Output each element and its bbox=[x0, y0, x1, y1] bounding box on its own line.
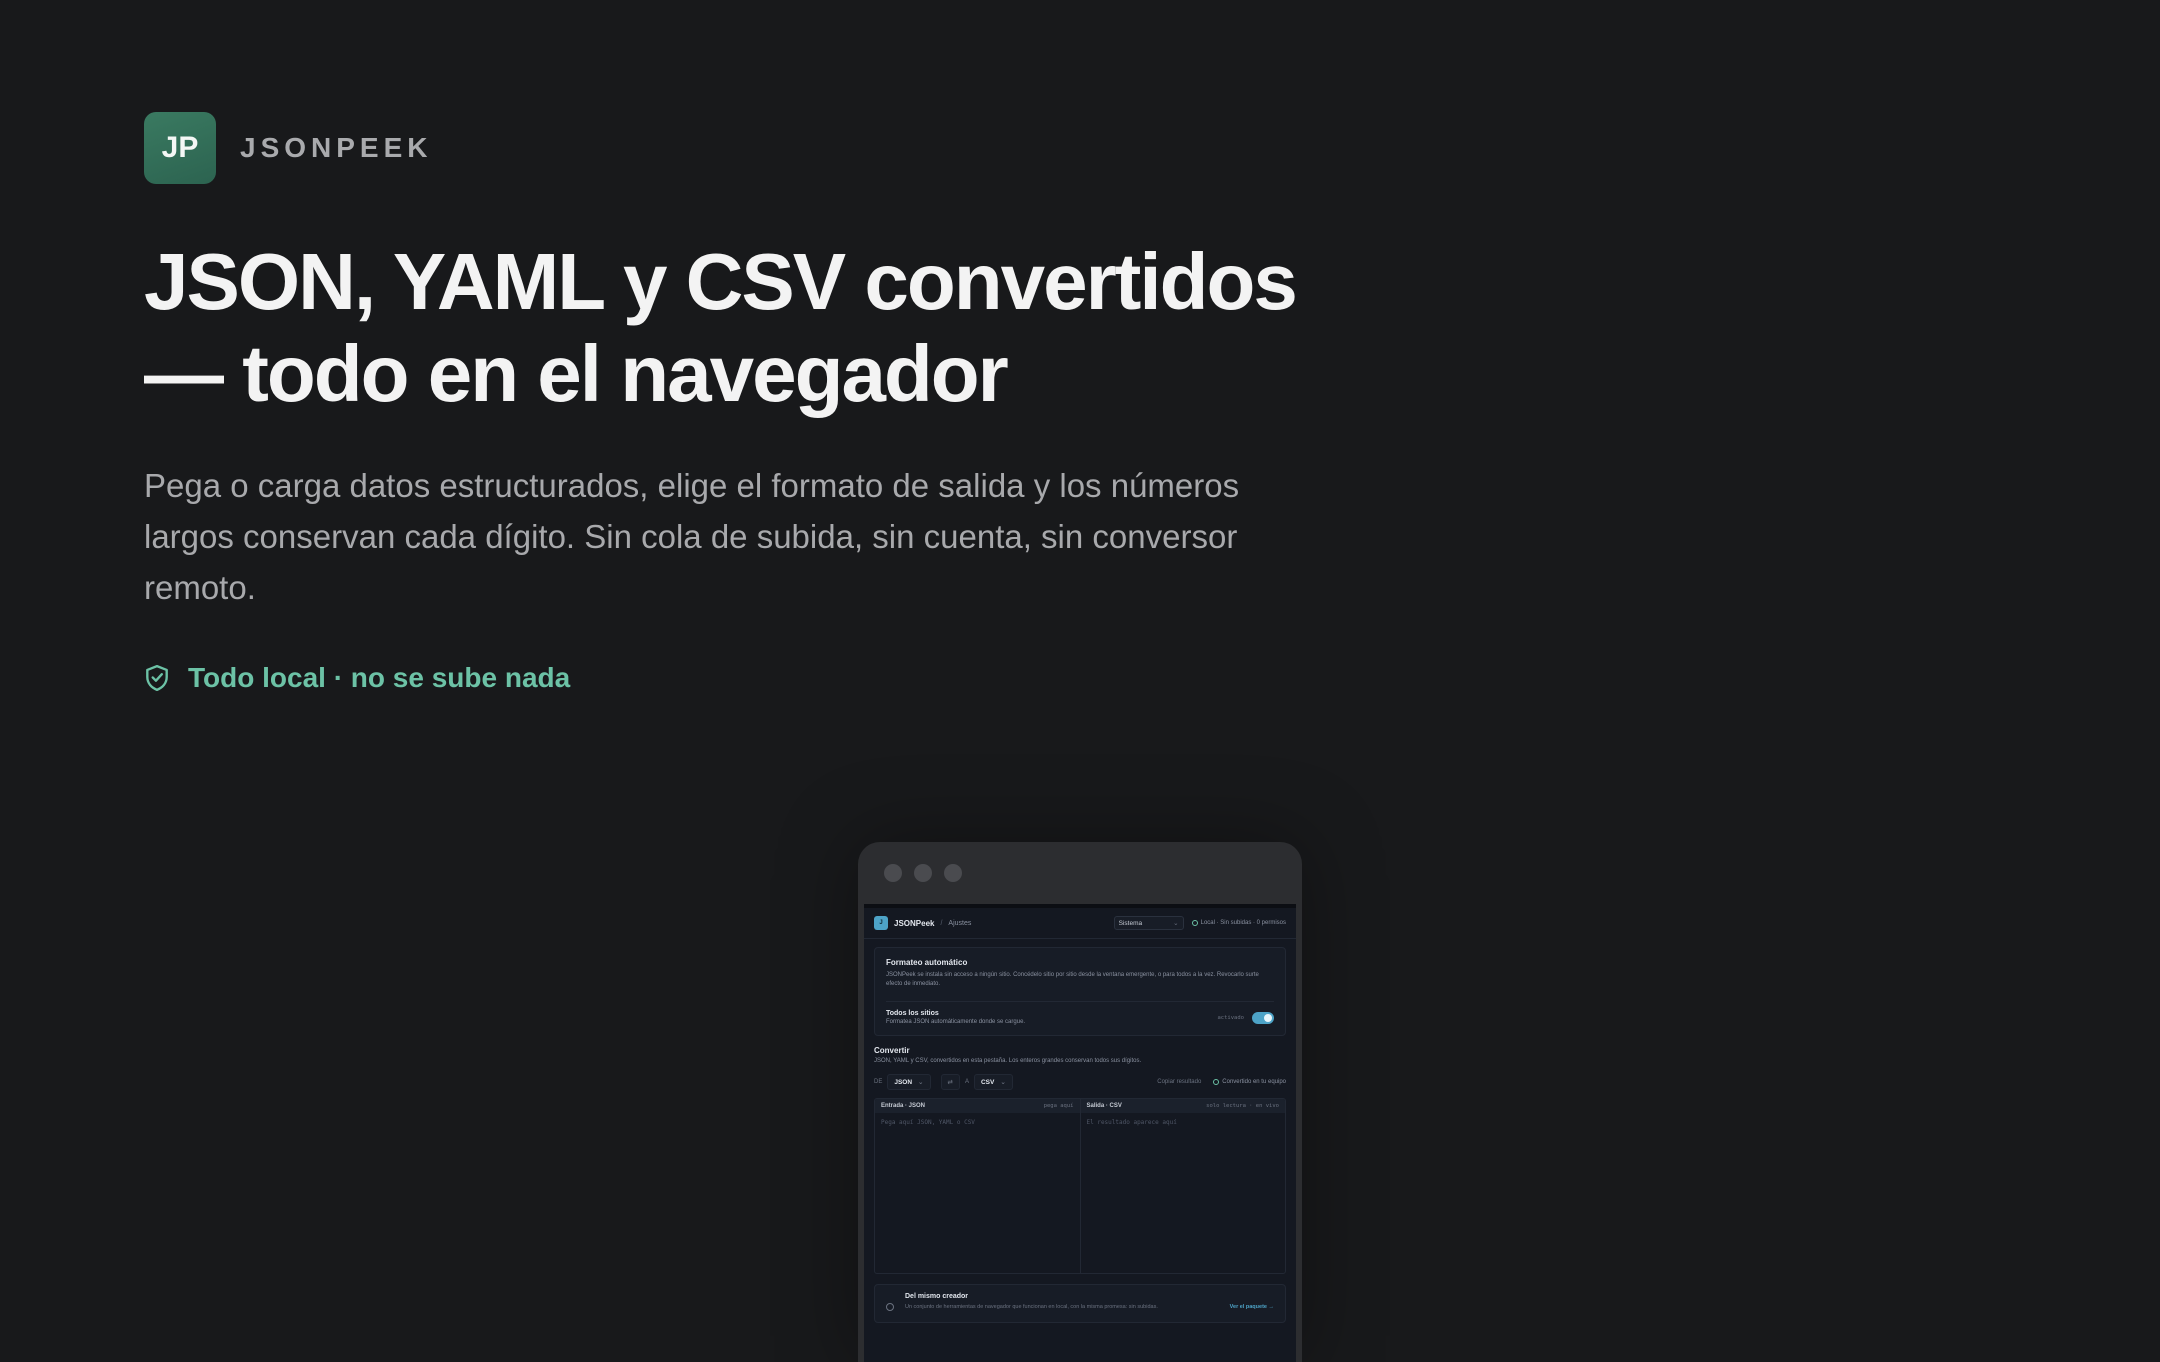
from-label: DE bbox=[874, 1079, 883, 1085]
brand-header: JP JSONPEEK bbox=[144, 112, 433, 184]
all-sites-row: Todos los sitios Formatea JSON automátic… bbox=[886, 1001, 1274, 1025]
input-textarea[interactable]: Pega aquí JSON, YAML o CSV bbox=[875, 1113, 1080, 1273]
output-pane-header: Salida · CSV solo lectura · en vivo bbox=[1080, 1099, 1285, 1113]
local-status: Local · Sin subidas · 0 permisos bbox=[1191, 920, 1286, 926]
all-sites-title: Todos los sitios bbox=[886, 1010, 939, 1017]
all-sites-subtitle: Formatea JSON automáticamente donde se c… bbox=[886, 1019, 1026, 1025]
input-pane-header: Entrada · JSON pega aquí bbox=[875, 1099, 1080, 1113]
theme-select-value: Sistema bbox=[1118, 919, 1143, 927]
auto-format-title: Formateo automático bbox=[886, 958, 968, 967]
creator-title: Del mismo creador bbox=[905, 1293, 969, 1300]
convert-status: Convertido en tu equipo bbox=[1213, 1079, 1286, 1085]
input-pane-title: Entrada · JSON bbox=[881, 1103, 926, 1109]
to-format-select[interactable]: CSV ⌄ bbox=[973, 1074, 1013, 1090]
chevron-down-icon: ⌄ bbox=[1173, 920, 1179, 927]
mockup-app-name: JSONPeek bbox=[894, 918, 935, 928]
window-dot-maximize bbox=[944, 864, 962, 882]
output-textarea: El resultado aparece aquí bbox=[1086, 1119, 1177, 1126]
auto-format-description: JSONPeek se instala sin acceso a ningún … bbox=[886, 972, 1259, 987]
mockup-screen: J JSONPeek / Ajustes Sistema ⌄ Local · S… bbox=[864, 904, 1296, 1362]
auto-format-card: Formateo automático JSONPeek se instala … bbox=[874, 947, 1286, 1036]
chevron-down-icon: ⌄ bbox=[918, 1079, 924, 1086]
breadcrumb-separator: / bbox=[940, 919, 943, 927]
brand-name: JSONPEEK bbox=[240, 132, 433, 163]
status-ring-icon bbox=[1191, 920, 1198, 926]
convert-section: Convertir JSON, YAML y CSV, convertidos … bbox=[874, 1046, 1286, 1064]
to-label: A bbox=[964, 1079, 969, 1085]
copy-result-button[interactable]: Copiar resultado bbox=[1157, 1079, 1201, 1085]
privacy-badge-text: Todo local · no se sube nada bbox=[188, 662, 571, 693]
creator-card: Del mismo creador Un conjunto de herrami… bbox=[874, 1284, 1286, 1323]
breadcrumb-settings: Ajustes bbox=[948, 919, 972, 927]
all-sites-state: activado bbox=[1217, 1014, 1245, 1021]
output-pane: Salida · CSV solo lectura · en vivo El r… bbox=[1079, 1099, 1285, 1273]
all-sites-toggle[interactable] bbox=[1252, 1011, 1274, 1024]
chevron-down-icon: ⌄ bbox=[1000, 1079, 1006, 1086]
convert-panes: Entrada · JSON pega aquí Pega aquí JSON,… bbox=[874, 1098, 1286, 1274]
window-dot-close bbox=[884, 864, 902, 882]
hero-headline: JSON, YAML y CSV convertidos — todo en e… bbox=[144, 237, 1298, 418]
convert-toolbar: DE JSON ⌄ ⇄ A CSV ⌄ Copiar resultado Con… bbox=[874, 1074, 1286, 1090]
browser-mockup: J JSONPeek / Ajustes Sistema ⌄ Local · S… bbox=[858, 842, 1302, 1362]
input-pane-meta: pega aquí bbox=[1043, 1103, 1074, 1109]
convert-status-text: Convertido en tu equipo bbox=[1222, 1079, 1286, 1085]
window-dot-minimize bbox=[914, 864, 932, 882]
input-pane: Entrada · JSON pega aquí Pega aquí JSON,… bbox=[875, 1099, 1080, 1273]
shield-check-icon bbox=[146, 664, 168, 692]
hero-subtitle: Pega o carga datos estructurados, elige … bbox=[144, 467, 1240, 606]
from-format-value: JSON bbox=[894, 1078, 913, 1086]
status-ring-icon bbox=[1213, 1079, 1220, 1085]
mockup-app-logo: J bbox=[874, 916, 888, 930]
from-format-select[interactable]: JSON ⌄ bbox=[887, 1074, 931, 1090]
local-status-text: Local · Sin subidas · 0 permisos bbox=[1200, 920, 1286, 926]
swap-formats-button[interactable]: ⇄ bbox=[940, 1074, 960, 1090]
output-pane-meta: solo lectura · en vivo bbox=[1206, 1103, 1279, 1109]
to-format-value: CSV bbox=[980, 1078, 995, 1086]
theme-select[interactable]: Sistema ⌄ bbox=[1113, 916, 1184, 930]
mockup-appbar: J JSONPeek / Ajustes Sistema ⌄ Local · S… bbox=[864, 908, 1296, 939]
mockup-titlebar bbox=[858, 842, 1302, 904]
app-logo[interactable]: JP bbox=[144, 112, 216, 184]
convert-description: JSON, YAML y CSV, convertidos en esta pe… bbox=[874, 1058, 1142, 1064]
creator-icon bbox=[886, 1303, 894, 1311]
privacy-badge: Todo local · no se sube nada bbox=[144, 662, 570, 694]
view-bundle-link[interactable]: Ver el paquete → bbox=[1230, 1304, 1274, 1310]
creator-text: Un conjunto de herramientas de navegador… bbox=[905, 1304, 1158, 1310]
convert-title: Convertir bbox=[874, 1046, 910, 1055]
output-pane-title: Salida · CSV bbox=[1086, 1103, 1122, 1109]
